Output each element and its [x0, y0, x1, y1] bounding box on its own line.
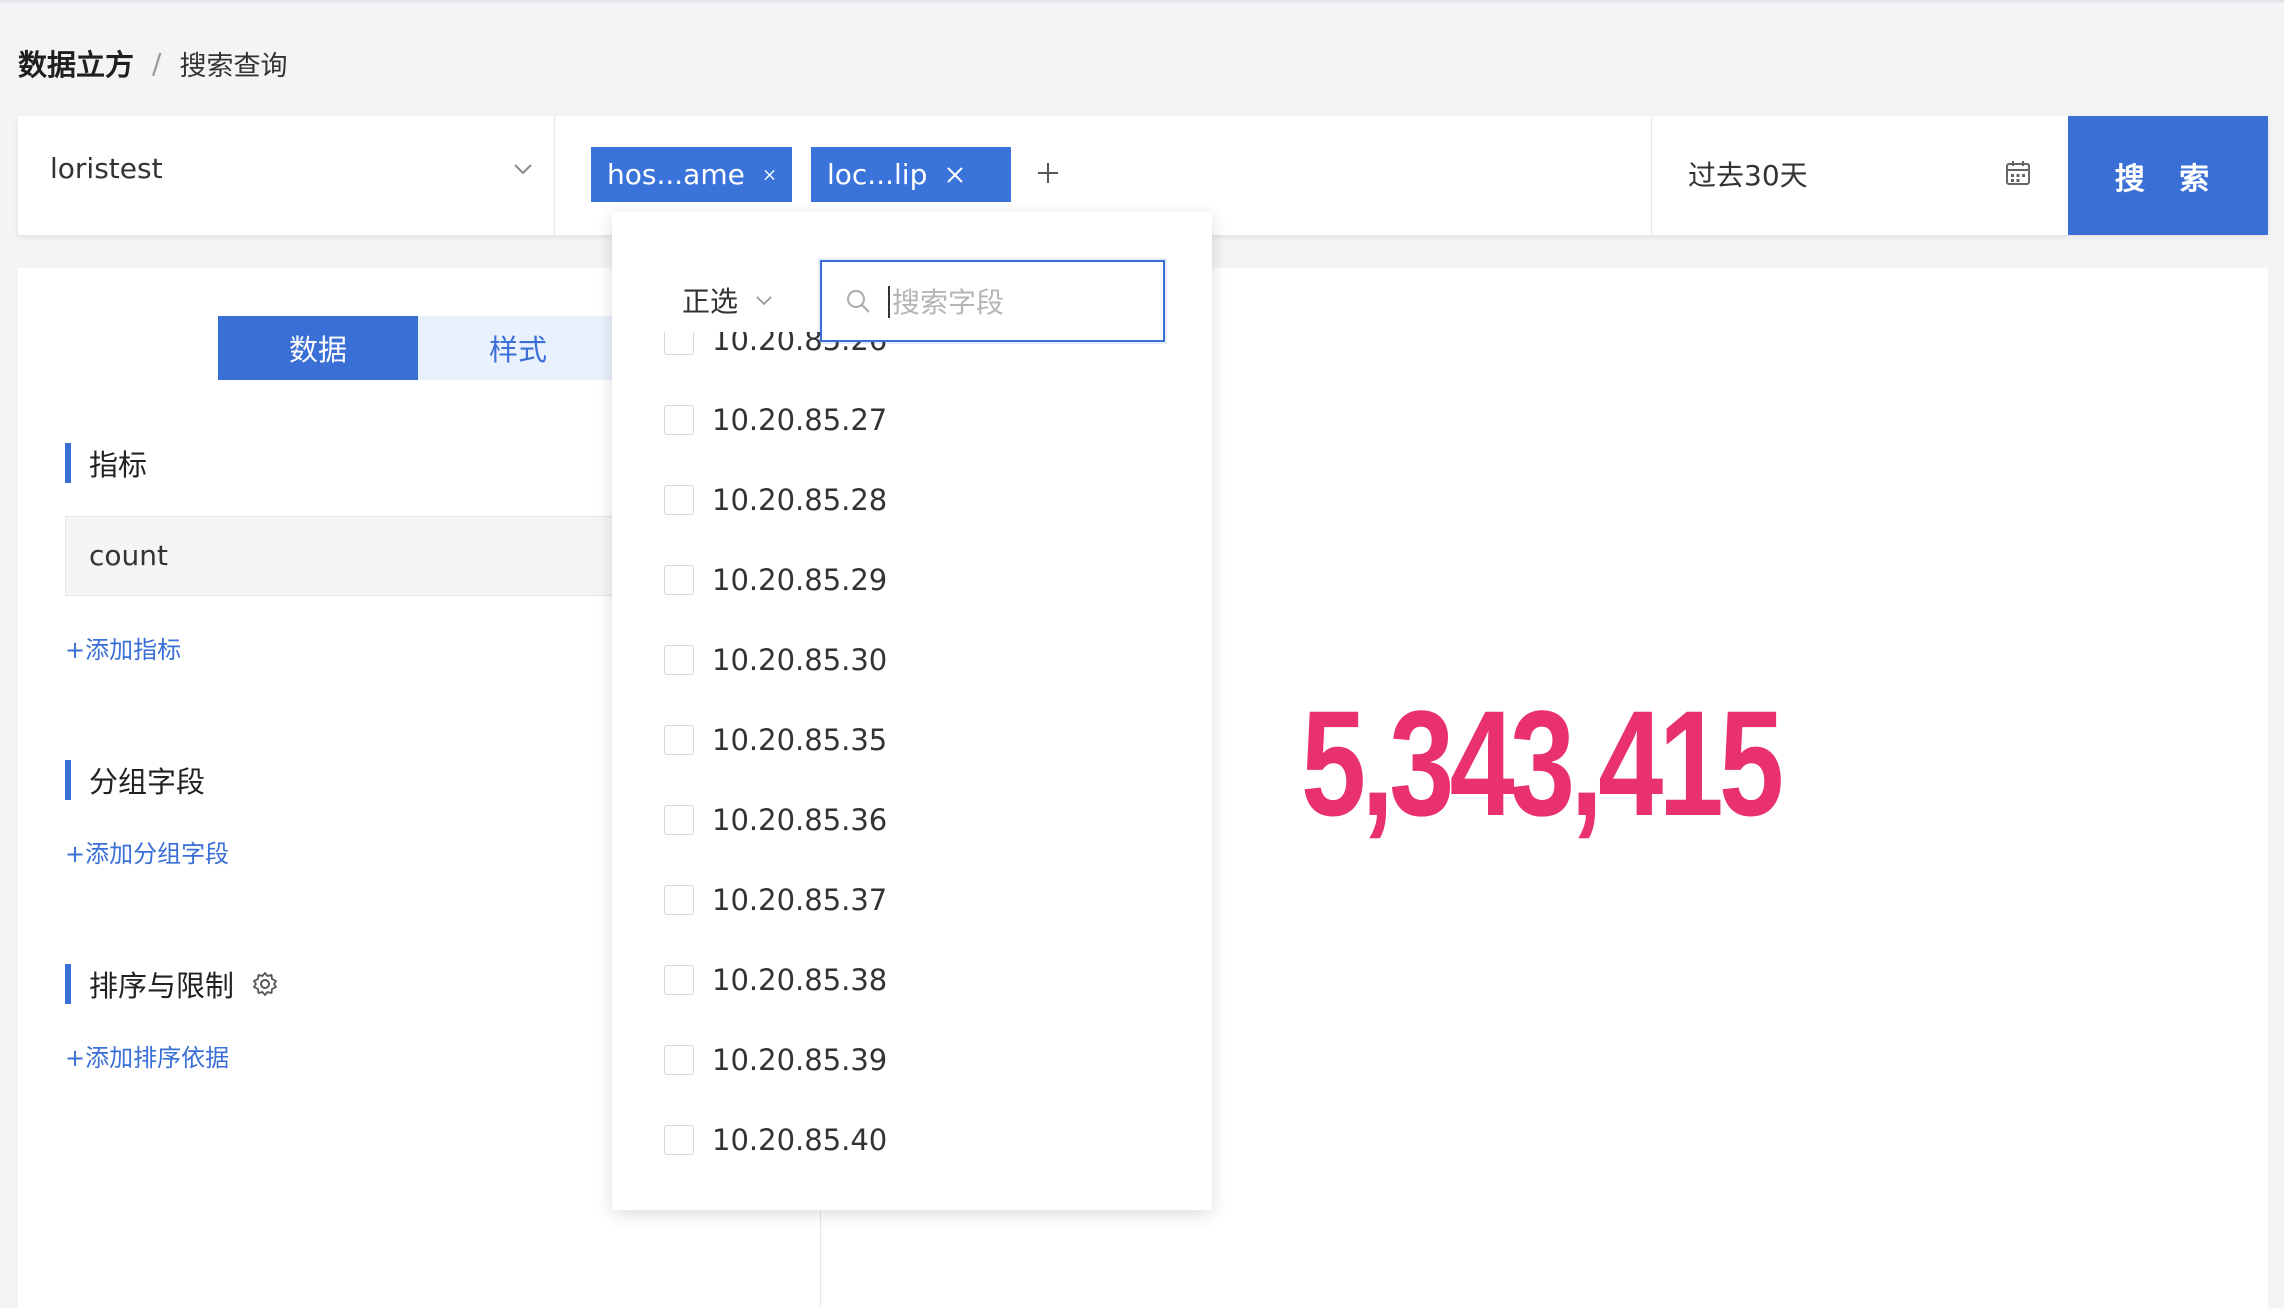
sort-section-title: 排序与限制 — [65, 964, 278, 1004]
filter-tag-label: loc...lip — [827, 158, 928, 191]
breadcrumb-current: 搜索查询 — [179, 50, 288, 82]
field-search-input[interactable] — [890, 276, 1154, 328]
chevron-down-icon — [514, 164, 532, 175]
search-button[interactable]: 搜 索 — [2068, 116, 2268, 235]
metrics-title: 指标 — [89, 448, 148, 482]
filter-tag-label: hos...ame — [607, 158, 745, 191]
datasource-value: loristest — [50, 152, 163, 185]
metrics-section-title: 指标 — [65, 443, 147, 483]
option-label: 10.20.85.28 — [712, 483, 888, 517]
time-range-picker[interactable]: 过去30天 — [1652, 116, 2068, 235]
filter-dropdown: 10.20.85.26 10.20.85.27 10.20.85.28 10.2… — [612, 212, 1212, 1210]
option-checkbox[interactable] — [664, 565, 694, 595]
config-tabs: 数据 样式 — [218, 316, 618, 380]
option-label: 10.20.85.39 — [712, 1043, 888, 1077]
section-marker — [65, 760, 71, 800]
time-range-value: 过去30天 — [1688, 159, 1808, 192]
search-icon — [847, 290, 870, 313]
option-list[interactable]: 10.20.85.26 10.20.85.27 10.20.85.28 10.2… — [612, 212, 1212, 1210]
option-label: 10.20.85.36 — [712, 803, 888, 837]
result-number: 5,343,415 — [1301, 679, 1784, 847]
option-item[interactable]: 10.20.85.38 — [664, 950, 887, 1010]
breadcrumb-separator: / — [152, 46, 162, 80]
tab-style[interactable]: 样式 — [418, 316, 618, 380]
group-title: 分组字段 — [89, 765, 206, 799]
tab-data[interactable]: 数据 — [218, 316, 418, 380]
option-item[interactable]: 10.20.85.37 — [664, 870, 887, 930]
field-search-box[interactable] — [820, 260, 1165, 342]
plus-icon[interactable] — [1031, 156, 1065, 190]
add-metric-link[interactable]: +添加指标 — [65, 630, 181, 665]
option-checkbox[interactable] — [664, 485, 694, 515]
group-section-title: 分组字段 — [65, 760, 205, 800]
option-label: 10.20.85.30 — [712, 643, 888, 677]
datasource-select[interactable]: loristest — [18, 116, 555, 235]
breadcrumb: 数据立方 / 搜索查询 — [18, 40, 287, 86]
option-label: 10.20.85.27 — [712, 403, 888, 437]
option-checkbox[interactable] — [664, 405, 694, 435]
option-item[interactable]: 10.20.85.40 — [664, 1110, 887, 1170]
section-marker — [65, 964, 71, 1004]
sort-title: 排序与限制 — [89, 969, 235, 1003]
option-item[interactable]: 10.20.85.29 — [664, 550, 887, 610]
gear-icon[interactable] — [252, 971, 278, 997]
filter-mode-value: 正选 — [682, 285, 739, 318]
option-item[interactable]: 10.20.85.30 — [664, 630, 887, 690]
option-checkbox[interactable] — [664, 805, 694, 835]
option-label: 10.20.85.37 — [712, 883, 888, 917]
section-marker — [65, 443, 71, 483]
filter-tag-localip[interactable]: loc...lip — [811, 147, 1011, 202]
option-checkbox[interactable] — [664, 885, 694, 915]
option-item[interactable]: 10.20.85.27 — [664, 390, 887, 450]
option-label: 10.20.85.40 — [712, 1123, 888, 1157]
metric-value: count — [89, 539, 168, 572]
top-shadow — [0, 0, 2284, 4]
close-icon[interactable] — [763, 165, 776, 185]
option-label: 10.20.85.29 — [712, 563, 888, 597]
option-checkbox[interactable] — [664, 1045, 694, 1075]
close-icon[interactable] — [945, 165, 965, 185]
add-group-link[interactable]: +添加分组字段 — [65, 834, 229, 869]
filter-mode-select[interactable]: 正选 — [682, 280, 774, 320]
option-checkbox[interactable] — [664, 1125, 694, 1155]
option-item[interactable]: 10.20.85.39 — [664, 1030, 887, 1090]
option-item[interactable]: 10.20.85.28 — [664, 470, 887, 530]
filter-tag-hostname[interactable]: hos...ame — [591, 147, 792, 202]
add-sort-link[interactable]: +添加排序依据 — [65, 1038, 229, 1073]
option-checkbox[interactable] — [664, 645, 694, 675]
breadcrumb-root[interactable]: 数据立方 — [18, 42, 134, 84]
option-checkbox[interactable] — [664, 965, 694, 995]
chevron-down-icon — [756, 296, 772, 306]
option-label: 10.20.85.38 — [712, 963, 888, 997]
calendar-icon — [2006, 161, 2030, 185]
option-label: 10.20.85.35 — [712, 723, 888, 757]
option-checkbox[interactable] — [664, 725, 694, 755]
option-item[interactable]: 10.20.85.36 — [664, 790, 887, 850]
option-item[interactable]: 10.20.85.35 — [664, 710, 887, 770]
